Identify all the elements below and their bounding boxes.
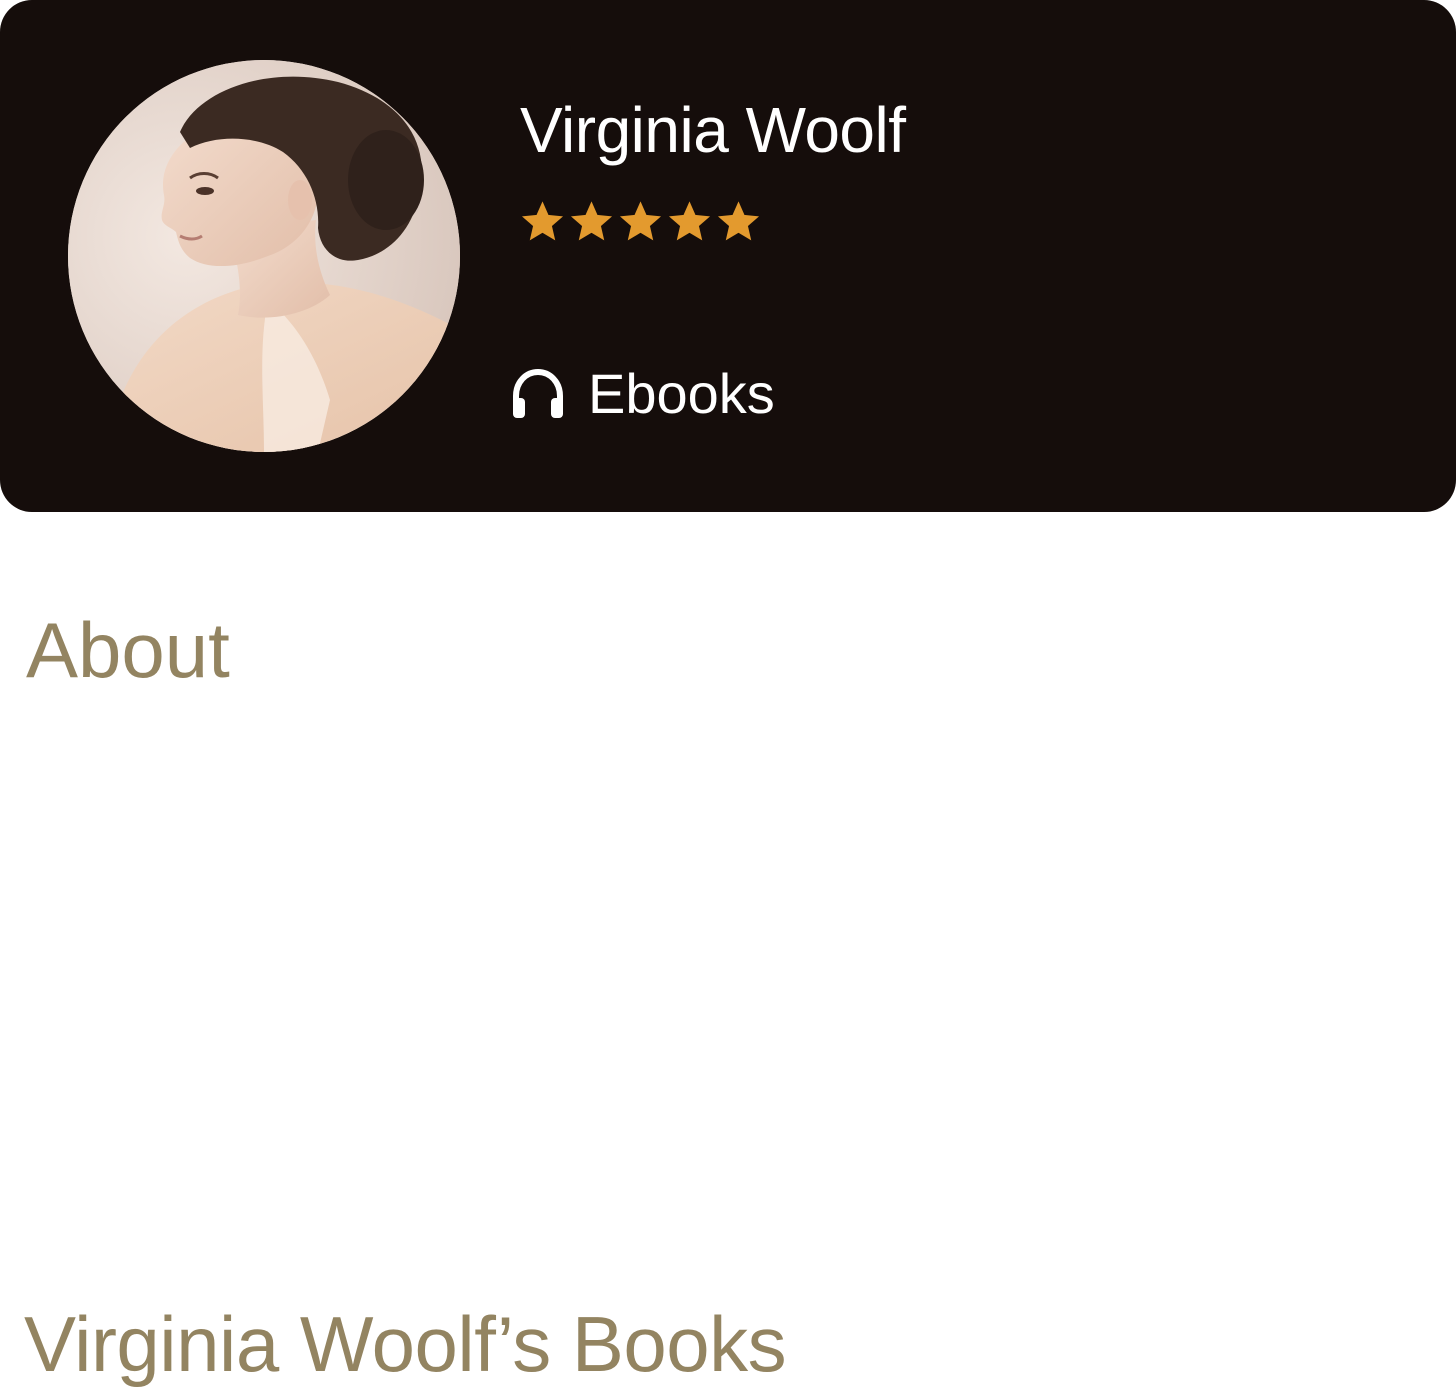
about-heading: About bbox=[26, 606, 230, 694]
books-heading: Virginia Woolf’s Books bbox=[24, 1300, 787, 1388]
author-photo bbox=[68, 60, 460, 452]
star-filled-icon bbox=[717, 201, 760, 241]
star-filled-icon bbox=[570, 201, 613, 241]
headphones-icon bbox=[513, 368, 563, 418]
author-header-card: Virginia Woolf Ebooks bbox=[0, 0, 1456, 512]
star-filled-icon bbox=[521, 201, 564, 241]
author-name: Virginia Woolf bbox=[520, 94, 906, 166]
about-content bbox=[26, 716, 1426, 1236]
star-rating bbox=[520, 200, 761, 244]
format-label: Ebooks bbox=[588, 362, 775, 425]
author-portrait-image bbox=[68, 60, 460, 452]
star-filled-icon bbox=[668, 201, 711, 241]
star-filled-icon bbox=[619, 201, 662, 241]
format-ebooks-link[interactable]: Ebooks bbox=[510, 358, 775, 430]
